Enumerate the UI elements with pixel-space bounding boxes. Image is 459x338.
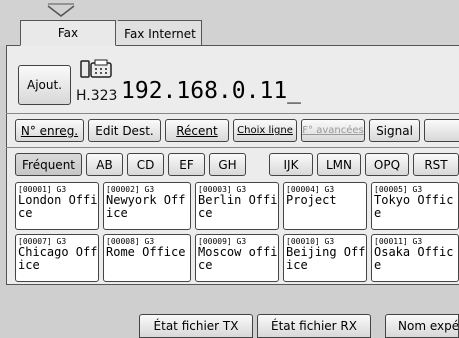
- divider: [6, 113, 459, 114]
- destination-name: Rome Office: [106, 245, 186, 259]
- protocol-label: H.323: [76, 88, 118, 104]
- edit-dest-button[interactable]: Edit Dest.: [88, 119, 161, 142]
- index-tab-rst[interactable]: RST: [413, 153, 459, 176]
- address-field[interactable]: 192.168.0.11_: [121, 78, 301, 104]
- signal-button[interactable]: Signal: [369, 119, 420, 142]
- destination-button-newyork[interactable]: [00002] G3 Newyork Office: [103, 182, 191, 230]
- index-tab-cd[interactable]: CD: [127, 153, 164, 176]
- destination-name: Berlin Office: [198, 193, 278, 220]
- destination-name: Osaka Office: [374, 245, 454, 272]
- destination-name: Project: [286, 193, 337, 207]
- destination-name: Beijing Office: [286, 245, 366, 272]
- line-select-button[interactable]: Choix ligne: [233, 119, 297, 142]
- index-tab-gh[interactable]: GH: [209, 153, 246, 176]
- destination-button-beijing[interactable]: [00010] G3 Beijing Office: [283, 234, 367, 282]
- reg-number-button[interactable]: N° enreg.: [15, 119, 84, 142]
- rx-file-status-button[interactable]: État fichier RX: [257, 314, 371, 338]
- index-tab-lmn[interactable]: LMN: [317, 153, 361, 176]
- destination-button-chicago[interactable]: [00007] G3 Chicago Office: [15, 234, 99, 282]
- sender-name-button[interactable]: Nom expéditeur: [385, 314, 459, 338]
- more-toolbar-button[interactable]: [424, 119, 459, 142]
- destination-button-rome[interactable]: [00008] G3 Rome Office: [103, 234, 191, 282]
- index-tab-opq[interactable]: OPQ: [365, 153, 409, 176]
- destination-name: London Office: [18, 193, 98, 220]
- tab-fax[interactable]: Fax: [20, 20, 116, 46]
- advanced-features-label: F° avancées: [302, 125, 364, 136]
- recent-button[interactable]: Récent: [165, 119, 229, 142]
- destination-name: Moscow office: [198, 245, 278, 272]
- h323-icon: [79, 58, 113, 82]
- destination-name: Tokyo Office: [374, 193, 454, 220]
- destination-button-project[interactable]: [00004] G3 Project: [283, 182, 367, 230]
- destination-button-tokyo[interactable]: [00005] G3 Tokyo Office: [371, 182, 459, 230]
- tx-file-status-button[interactable]: État fichier TX: [139, 314, 253, 338]
- index-tab-frequent[interactable]: Fréquent: [15, 153, 82, 176]
- line-select-label: Choix ligne: [237, 125, 293, 136]
- destination-name: Chicago Office: [18, 245, 98, 272]
- destination-name: Newyork Office: [106, 193, 186, 220]
- tab-fax-internet[interactable]: Fax Internet: [108, 20, 202, 46]
- destination-button-osaka[interactable]: [00011] G3 Osaka Office: [371, 234, 459, 282]
- index-tab-ijk[interactable]: IJK: [269, 153, 313, 176]
- divider: [6, 147, 459, 148]
- down-arrow-icon: [46, 2, 76, 20]
- destination-button-berlin[interactable]: [00003] G3 Berlin Office: [195, 182, 279, 230]
- recent-label: Récent: [176, 123, 218, 138]
- reg-number-label: N° enreg.: [20, 123, 79, 138]
- index-tab-ab[interactable]: AB: [86, 153, 123, 176]
- advanced-features-button[interactable]: F° avancées: [301, 119, 365, 142]
- add-button[interactable]: Ajout.: [18, 65, 71, 105]
- destination-button-moscow[interactable]: [00009] G3 Moscow office: [195, 234, 279, 282]
- destination-button-london[interactable]: [00001] G3 London Office: [15, 182, 99, 230]
- index-tab-ef[interactable]: EF: [168, 153, 205, 176]
